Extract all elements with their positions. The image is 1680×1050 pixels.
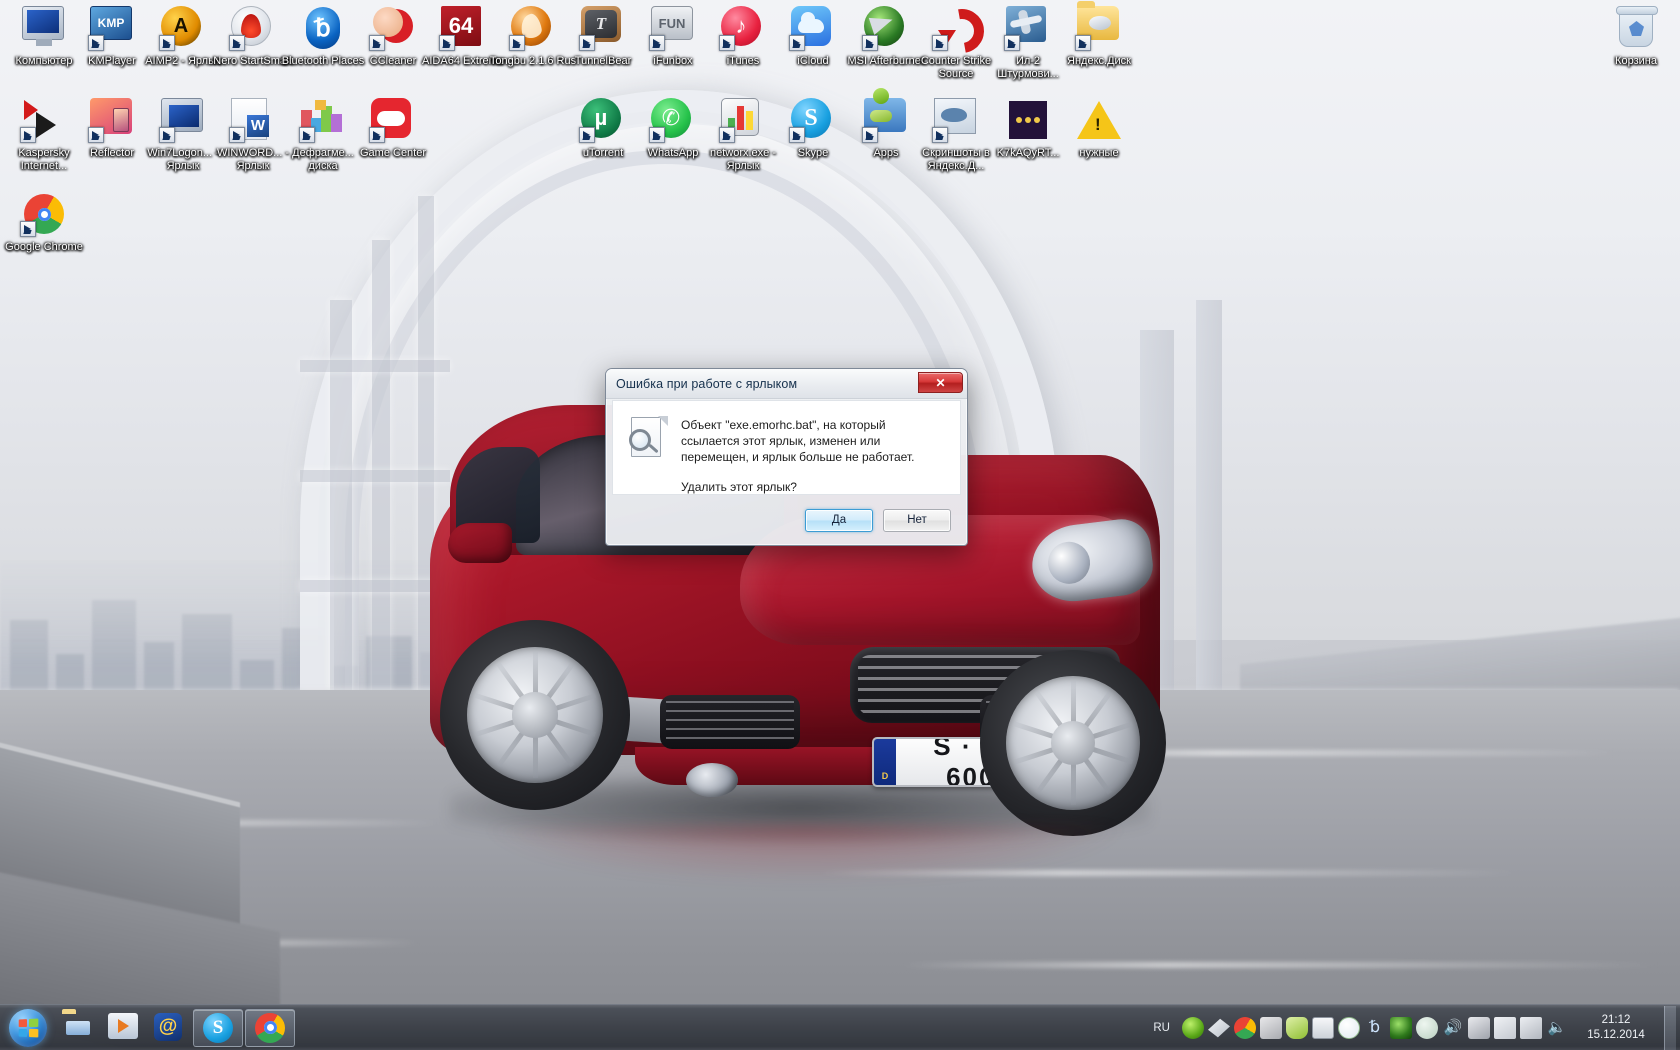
volume-tray-icon[interactable]: 🔊 [1442, 1017, 1464, 1039]
taskbar-media-player-button[interactable] [100, 1006, 146, 1050]
language-indicator[interactable]: RU [1143, 1022, 1180, 1034]
desktop-icon-label: Google Chrome [5, 241, 83, 253]
icloud-icon [789, 4, 837, 52]
chrome-tray-icon[interactable] [1234, 1016, 1256, 1039]
clock-date: 15.12.2014 [1587, 1028, 1645, 1041]
bluetooth-tray-icon[interactable]: ␢ [1364, 1017, 1386, 1039]
whatsapp-icon: ✆ [649, 96, 697, 144]
desktop-icon-google-chrome[interactable]: Google Chrome [0, 190, 88, 254]
network-tray-icon[interactable] [1520, 1016, 1542, 1039]
dialog-body: Объект "exe.emorhc.bat", на который ссыл… [612, 400, 961, 495]
apps-tray-icon[interactable] [1286, 1016, 1308, 1039]
taskbar-skype-window[interactable]: S [193, 1008, 243, 1047]
desktop-icon-yandex-disk[interactable]: Яндекс.Диск [1055, 1, 1143, 68]
taskbar-explorer-button[interactable] [54, 1006, 100, 1050]
desktop-icon-label: нужные [1079, 147, 1119, 159]
k7kaqyrt-image-icon [1004, 96, 1052, 144]
speaker-tray-icon[interactable]: 🔈 [1546, 1017, 1568, 1039]
no-button[interactable]: Нет [883, 508, 951, 532]
msi-afterburner-icon [862, 4, 910, 52]
warning-folder-icon [1075, 96, 1123, 144]
kaspersky-icon [20, 96, 68, 144]
winword-icon [229, 96, 277, 144]
shortcut-error-dialog[interactable]: Ошибка при работе с ярлыком ✕ Объект "ex… [605, 368, 968, 546]
screenshots-yandex-icon [932, 96, 980, 144]
tunnelbear-icon: T [579, 4, 627, 52]
yandex-disk-icon [1075, 1, 1123, 52]
check-tray-icon[interactable] [1338, 1016, 1360, 1039]
desktop-icon-nuzhnye[interactable]: нужные [1055, 96, 1143, 160]
desktop-icon-game-center[interactable]: Game Center [349, 96, 437, 160]
mail-agent-icon: @ [154, 1012, 184, 1043]
nvidia-tray-icon[interactable] [1390, 1016, 1412, 1039]
dialog-text-block: Объект "exe.emorhc.bat", на который ссыл… [681, 417, 946, 494]
skype-icon: S [789, 96, 837, 144]
car-road-reflection [480, 825, 1130, 885]
document-search-icon [627, 416, 668, 461]
desktop[interactable]: D S · VM 6000 Компьютер KMP KMPlayer A A… [0, 0, 1680, 1050]
win7logon-icon [159, 96, 207, 144]
system-tray[interactable]: RU ␢ 🔊 🔈 21:12 15.12.2014 [1143, 1005, 1680, 1050]
counter-strike-icon [932, 4, 980, 52]
il2-sturmovik-icon [1004, 4, 1052, 52]
car-side-mirror [448, 523, 512, 563]
desktop-icon-label: Корзина [1615, 55, 1657, 67]
nero-startsmart-icon [229, 4, 277, 52]
tunnelbear-tray-icon[interactable] [1208, 1018, 1230, 1038]
utorrent-tray-icon[interactable] [1260, 1016, 1282, 1039]
reflector-icon [88, 96, 136, 144]
ccleaner-icon [369, 4, 417, 52]
aimp2-icon: A [159, 4, 207, 52]
dialog-button-row: Да Нет [606, 495, 967, 545]
desktop-icon-recycle-bin[interactable]: Корзина [1592, 4, 1680, 68]
update-tray-icon[interactable] [1416, 1016, 1438, 1039]
apps-folder-icon [862, 88, 910, 144]
aida64-icon: 64 [439, 4, 487, 52]
close-icon[interactable]: ✕ [918, 372, 963, 393]
computer-icon [20, 4, 68, 52]
tongbu-icon [509, 4, 557, 52]
ifunbox-icon: FUN [649, 4, 697, 52]
clock[interactable]: 21:12 15.12.2014 [1570, 1013, 1662, 1043]
game-center-icon [369, 96, 417, 144]
desktop-icon-label: Яндекс.Диск [1067, 55, 1131, 67]
clock-time: 21:12 [1601, 1013, 1631, 1026]
kaspersky-tray-icon[interactable] [1182, 1016, 1204, 1039]
google-chrome-icon [20, 190, 68, 238]
utorrent-icon: µ [579, 96, 627, 144]
start-button[interactable] [2, 1006, 54, 1050]
networx-tray-icon[interactable] [1312, 1016, 1334, 1039]
car-wheel-front-right [980, 650, 1166, 836]
license-plate-country: D [874, 739, 896, 785]
defragmenter-icon [299, 96, 347, 144]
bluetooth-icon: ␢ [299, 4, 347, 52]
networx-icon [719, 96, 767, 144]
kmplayer-icon: KMP [88, 4, 136, 52]
car-wheel-front-left [440, 620, 630, 810]
dialog-message: Объект "exe.emorhc.bat", на который ссыл… [681, 418, 915, 464]
windows-media-player-icon [108, 1012, 138, 1043]
chrome-taskbar-icon [255, 1012, 285, 1043]
show-desktop-button[interactable] [1664, 1005, 1676, 1050]
car-lower-grille-left [660, 695, 800, 749]
car-fog-light [686, 763, 738, 797]
taskbar-chrome-window[interactable] [245, 1008, 295, 1047]
recycle-bin-icon [1612, 4, 1660, 52]
itunes-icon: ♪ [719, 4, 767, 52]
desktop-icon-label: Game Center [359, 147, 427, 159]
flag-action-center-icon[interactable] [1494, 1016, 1516, 1039]
yes-button[interactable]: Да [805, 508, 873, 532]
taskbar-mail-agent-button[interactable]: @ [146, 1006, 192, 1050]
skype-taskbar-icon: S [203, 1012, 233, 1043]
taskbar[interactable]: @ S RU ␢ 🔊 🔈 21:12 15.12.2014 [0, 1004, 1680, 1050]
windows-start-orb-icon [9, 1008, 47, 1047]
dialog-title-bar[interactable]: Ошибка при работе с ярлыком ✕ [606, 369, 967, 399]
folder-explorer-icon [62, 1013, 92, 1043]
media-tray-icon[interactable] [1468, 1016, 1490, 1039]
dialog-question: Удалить этот ярлык? [681, 480, 797, 494]
dialog-title: Ошибка при работе с ярлыком [616, 376, 798, 391]
